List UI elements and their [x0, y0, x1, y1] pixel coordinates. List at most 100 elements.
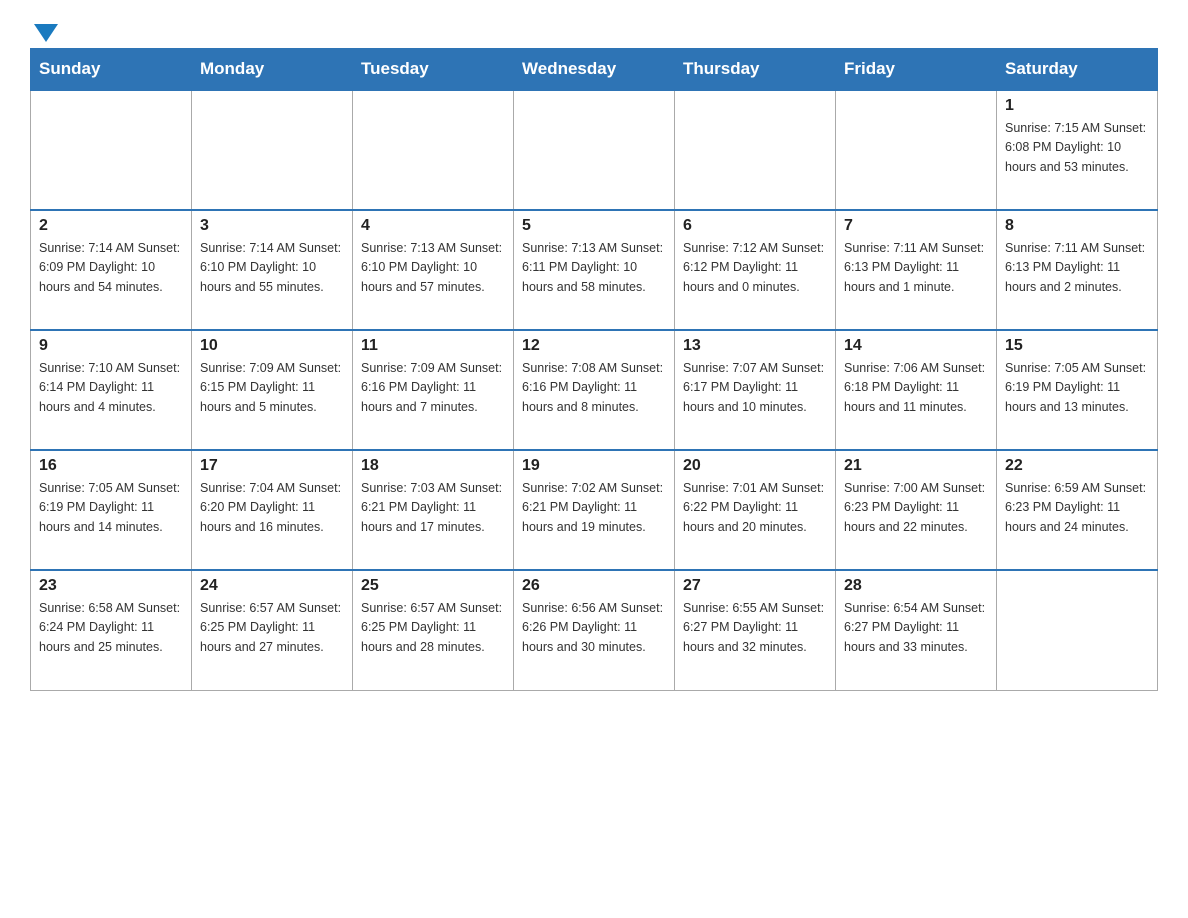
calendar-cell: 5 Sunrise: 7:13 AM Sunset: 6:11 PM Daylig… [514, 210, 675, 330]
calendar-cell: 14 Sunrise: 7:06 AM Sunset: 6:18 PM Dayli… [836, 330, 997, 450]
day-of-week-header: Tuesday [353, 49, 514, 91]
day-number: 13 [683, 337, 827, 355]
day-number: 25 [361, 577, 505, 595]
calendar-cell: 27 Sunrise: 6:55 AM Sunset: 6:27 PM Dayli… [675, 570, 836, 690]
logo-arrow-icon [34, 24, 58, 42]
day-number: 20 [683, 457, 827, 475]
day-number: 21 [844, 457, 988, 475]
day-number: 7 [844, 217, 988, 235]
calendar-cell: 18Sunrise: 7:03 AM Sunset: 6:21 PM Dayli… [353, 450, 514, 570]
day-number: 2 [39, 217, 183, 235]
calendar-cell: 9 Sunrise: 7:10 AM Sunset: 6:14 PM Daylig… [31, 330, 192, 450]
day-number: 8 [1005, 217, 1149, 235]
calendar-cell: 25 Sunrise: 6:57 AM Sunset: 6:25 PM Dayli… [353, 570, 514, 690]
calendar-cell [353, 90, 514, 210]
calendar-cell: 13 Sunrise: 7:07 AM Sunset: 6:17 PM Dayli… [675, 330, 836, 450]
day-number: 1 [1005, 97, 1149, 115]
day-of-week-header: Sunday [31, 49, 192, 91]
calendar-cell: 16Sunrise: 7:05 AM Sunset: 6:19 PM Dayli… [31, 450, 192, 570]
day-of-week-header: Thursday [675, 49, 836, 91]
calendar-cell: 4 Sunrise: 7:13 AM Sunset: 6:10 PM Daylig… [353, 210, 514, 330]
day-number: 24 [200, 577, 344, 595]
day-info: Sunrise: 6:57 AM Sunset: 6:25 PM Dayligh… [200, 599, 344, 657]
day-info: Sunrise: 7:13 AM Sunset: 6:11 PM Dayligh… [522, 239, 666, 297]
day-number: 22 [1005, 457, 1149, 475]
day-info: Sunrise: 6:59 AM Sunset: 6:23 PM Dayligh… [1005, 479, 1149, 537]
day-number: 23 [39, 577, 183, 595]
day-of-week-header: Monday [192, 49, 353, 91]
calendar-week-row: 2 Sunrise: 7:14 AM Sunset: 6:09 PM Daylig… [31, 210, 1158, 330]
calendar-cell: 20 Sunrise: 7:01 AM Sunset: 6:22 PM Dayli… [675, 450, 836, 570]
calendar-week-row: 1 Sunrise: 7:15 AM Sunset: 6:08 PM Daylig… [31, 90, 1158, 210]
calendar-cell [997, 570, 1158, 690]
day-info: Sunrise: 7:06 AM Sunset: 6:18 PM Dayligh… [844, 359, 988, 417]
day-info: Sunrise: 6:56 AM Sunset: 6:26 PM Dayligh… [522, 599, 666, 657]
calendar-cell: 26 Sunrise: 6:56 AM Sunset: 6:26 PM Dayli… [514, 570, 675, 690]
day-number: 6 [683, 217, 827, 235]
day-info: Sunrise: 7:05 AM Sunset: 6:19 PM Dayligh… [1005, 359, 1149, 417]
calendar-cell: 10 Sunrise: 7:09 AM Sunset: 6:15 PM Dayli… [192, 330, 353, 450]
calendar-cell: 24 Sunrise: 6:57 AM Sunset: 6:25 PM Dayli… [192, 570, 353, 690]
day-number: 18 [361, 457, 505, 475]
day-number: 27 [683, 577, 827, 595]
day-number: 11 [361, 337, 505, 355]
day-info: Sunrise: 6:54 AM Sunset: 6:27 PM Dayligh… [844, 599, 988, 657]
calendar-week-row: 16Sunrise: 7:05 AM Sunset: 6:19 PM Dayli… [31, 450, 1158, 570]
day-of-week-header: Wednesday [514, 49, 675, 91]
calendar-cell [675, 90, 836, 210]
day-info: Sunrise: 6:57 AM Sunset: 6:25 PM Dayligh… [361, 599, 505, 657]
day-info: Sunrise: 7:12 AM Sunset: 6:12 PM Dayligh… [683, 239, 827, 297]
day-number: 9 [39, 337, 183, 355]
calendar-cell: 23 Sunrise: 6:58 AM Sunset: 6:24 PM Dayli… [31, 570, 192, 690]
calendar-cell: 12 Sunrise: 7:08 AM Sunset: 6:16 PM Dayli… [514, 330, 675, 450]
calendar-cell: 1 Sunrise: 7:15 AM Sunset: 6:08 PM Daylig… [997, 90, 1158, 210]
day-number: 3 [200, 217, 344, 235]
day-of-week-header: Saturday [997, 49, 1158, 91]
day-info: Sunrise: 7:11 AM Sunset: 6:13 PM Dayligh… [1005, 239, 1149, 297]
page-header [30, 20, 1158, 38]
day-info: Sunrise: 7:13 AM Sunset: 6:10 PM Dayligh… [361, 239, 505, 297]
calendar-cell: 17 Sunrise: 7:04 AM Sunset: 6:20 PM Dayli… [192, 450, 353, 570]
day-number: 16 [39, 457, 183, 475]
day-info: Sunrise: 7:02 AM Sunset: 6:21 PM Dayligh… [522, 479, 666, 537]
calendar-header-row: SundayMondayTuesdayWednesdayThursdayFrid… [31, 49, 1158, 91]
day-info: Sunrise: 7:09 AM Sunset: 6:16 PM Dayligh… [361, 359, 505, 417]
day-info: Sunrise: 7:09 AM Sunset: 6:15 PM Dayligh… [200, 359, 344, 417]
calendar-cell: 15 Sunrise: 7:05 AM Sunset: 6:19 PM Dayli… [997, 330, 1158, 450]
day-info: Sunrise: 7:15 AM Sunset: 6:08 PM Dayligh… [1005, 119, 1149, 177]
calendar-cell [192, 90, 353, 210]
calendar-cell: 2 Sunrise: 7:14 AM Sunset: 6:09 PM Daylig… [31, 210, 192, 330]
logo [30, 20, 58, 38]
calendar-week-row: 23 Sunrise: 6:58 AM Sunset: 6:24 PM Dayli… [31, 570, 1158, 690]
day-number: 28 [844, 577, 988, 595]
day-number: 5 [522, 217, 666, 235]
calendar-table: SundayMondayTuesdayWednesdayThursdayFrid… [30, 48, 1158, 691]
calendar-cell: 22 Sunrise: 6:59 AM Sunset: 6:23 PM Dayli… [997, 450, 1158, 570]
calendar-cell: 7 Sunrise: 7:11 AM Sunset: 6:13 PM Daylig… [836, 210, 997, 330]
day-info: Sunrise: 7:14 AM Sunset: 6:09 PM Dayligh… [39, 239, 183, 297]
calendar-cell [836, 90, 997, 210]
day-info: Sunrise: 7:00 AM Sunset: 6:23 PM Dayligh… [844, 479, 988, 537]
day-info: Sunrise: 6:58 AM Sunset: 6:24 PM Dayligh… [39, 599, 183, 657]
calendar-cell [31, 90, 192, 210]
day-number: 12 [522, 337, 666, 355]
day-number: 26 [522, 577, 666, 595]
day-info: Sunrise: 7:08 AM Sunset: 6:16 PM Dayligh… [522, 359, 666, 417]
day-number: 17 [200, 457, 344, 475]
day-info: Sunrise: 7:10 AM Sunset: 6:14 PM Dayligh… [39, 359, 183, 417]
day-number: 14 [844, 337, 988, 355]
day-number: 4 [361, 217, 505, 235]
calendar-cell: 19 Sunrise: 7:02 AM Sunset: 6:21 PM Dayli… [514, 450, 675, 570]
day-number: 19 [522, 457, 666, 475]
calendar-cell: 8 Sunrise: 7:11 AM Sunset: 6:13 PM Daylig… [997, 210, 1158, 330]
day-info: Sunrise: 7:11 AM Sunset: 6:13 PM Dayligh… [844, 239, 988, 297]
calendar-week-row: 9 Sunrise: 7:10 AM Sunset: 6:14 PM Daylig… [31, 330, 1158, 450]
day-number: 15 [1005, 337, 1149, 355]
day-info: Sunrise: 7:01 AM Sunset: 6:22 PM Dayligh… [683, 479, 827, 537]
day-info: Sunrise: 7:04 AM Sunset: 6:20 PM Dayligh… [200, 479, 344, 537]
day-number: 10 [200, 337, 344, 355]
day-info: Sunrise: 6:55 AM Sunset: 6:27 PM Dayligh… [683, 599, 827, 657]
calendar-cell: 21 Sunrise: 7:00 AM Sunset: 6:23 PM Dayli… [836, 450, 997, 570]
day-info: Sunrise: 7:07 AM Sunset: 6:17 PM Dayligh… [683, 359, 827, 417]
calendar-cell: 6 Sunrise: 7:12 AM Sunset: 6:12 PM Daylig… [675, 210, 836, 330]
